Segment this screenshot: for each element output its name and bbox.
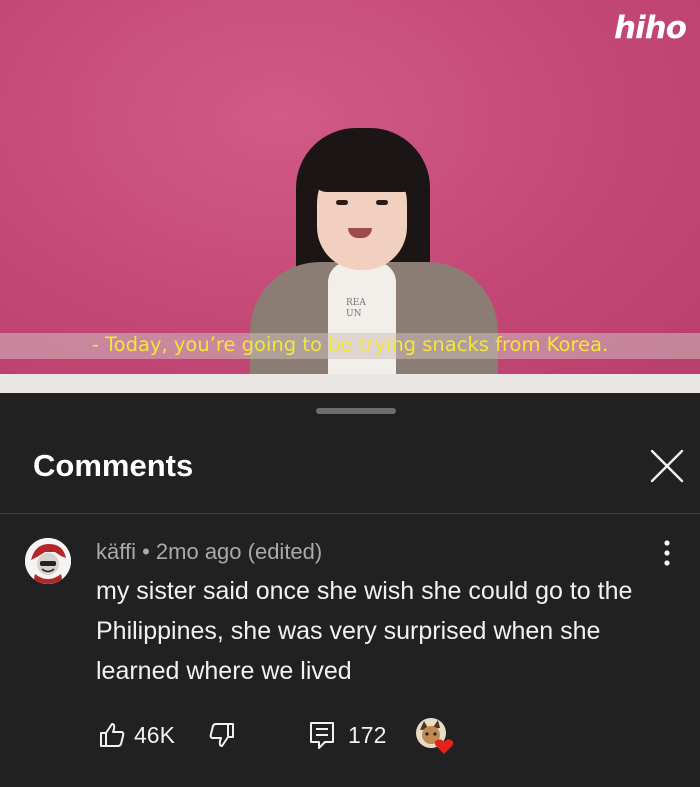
comment-text: my sister said once she wish she could g…: [96, 577, 633, 685]
thumbs-up-icon: [100, 723, 125, 747]
avatar-image: [25, 538, 71, 584]
creator-heart-icon: [416, 718, 454, 754]
video-shirt-print: REA UN: [346, 298, 366, 319]
video-player[interactable]: REA UN - Today, you’re going to be tryin…: [0, 0, 700, 393]
thumbs-down-icon: [209, 723, 234, 747]
more-vert-icon[interactable]: [660, 538, 674, 568]
drag-handle[interactable]: [316, 408, 396, 414]
avatar[interactable]: [25, 538, 71, 584]
comment-time: 2mo ago (edited): [155, 539, 323, 564]
video-child-eye-right: [376, 200, 388, 205]
video-child-eye-left: [336, 200, 348, 205]
dislike-button[interactable]: [208, 714, 236, 756]
reply-count: 172: [348, 721, 387, 748]
comment-meta: käffi • 2mo ago (edited): [96, 539, 322, 565]
video-child-bangs: [312, 140, 412, 192]
video-subtitle: - Today, you’re going to be trying snack…: [91, 333, 609, 356]
like-count: 46K: [134, 721, 175, 748]
comment-actions: 46K 172: [96, 714, 696, 756]
header-divider: [0, 513, 700, 514]
like-button[interactable]: 46K: [98, 714, 175, 756]
meta-separator: •: [142, 539, 150, 564]
comment-author[interactable]: käffi: [96, 539, 136, 564]
reply-icon: [310, 722, 334, 749]
hiho-logo: hiho: [613, 10, 687, 46]
close-icon[interactable]: [648, 447, 686, 485]
video-table: [0, 374, 700, 393]
reply-button[interactable]: 172: [308, 714, 386, 756]
comments-title: Comments: [33, 448, 194, 483]
